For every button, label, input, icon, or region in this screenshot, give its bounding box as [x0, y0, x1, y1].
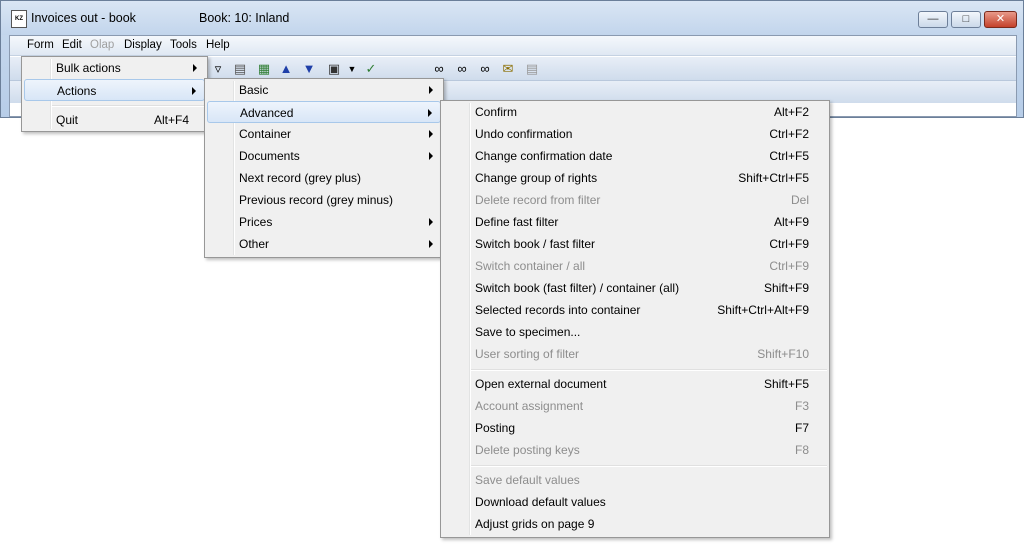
menu-item-posting[interactable]: Posting F7 [443, 417, 827, 439]
menu-item-change-confirmation-date[interactable]: Change confirmation date Ctrl+F5 [443, 145, 827, 167]
actions-submenu: Basic Advanced Container Documents Next … [204, 78, 444, 258]
submenu-arrow-icon [429, 218, 433, 226]
binoculars-icon[interactable]: ∞ [431, 61, 447, 77]
menu-separator [471, 465, 827, 467]
menu-item-next-record[interactable]: Next record (grey plus) [207, 167, 441, 189]
menu-item-switch-book-fast-filter[interactable]: Switch book / fast filter Ctrl+F9 [443, 233, 827, 255]
menu-item-user-sorting-of-filter[interactable]: User sorting of filter Shift+F10 [443, 343, 827, 365]
menu-item-delete-record-from-filter[interactable]: Delete record from filter Del [443, 189, 827, 211]
checkmark-icon[interactable]: ✓ [363, 61, 379, 77]
arrow-down-icon[interactable]: ▼ [301, 61, 317, 77]
maximize-icon: □ [962, 13, 970, 25]
close-icon: ✕ [995, 13, 1006, 25]
menu-bar: Form Edit Olap Display Tools Help [10, 36, 1016, 56]
close-button[interactable]: ✕ [984, 11, 1017, 28]
menu-edit[interactable]: Edit [62, 39, 82, 51]
minimize-button[interactable]: — [918, 11, 948, 28]
submenu-arrow-icon [193, 64, 197, 72]
app-icon: KZ [11, 10, 27, 28]
menu-item-advanced[interactable]: Advanced [207, 101, 441, 123]
camera-icon[interactable]: ▣ [326, 61, 342, 77]
book-label: Book: 10: Inland [199, 11, 290, 25]
menu-item-delete-posting-keys[interactable]: Delete posting keys F8 [443, 439, 827, 461]
menu-item-save-to-specimen[interactable]: Save to specimen... [443, 321, 827, 343]
menu-item-container[interactable]: Container [207, 123, 441, 145]
menu-item-basic[interactable]: Basic [207, 79, 441, 101]
menu-item-actions[interactable]: Actions [24, 79, 205, 101]
menu-item-undo-confirmation[interactable]: Undo confirmation Ctrl+F2 [443, 123, 827, 145]
menu-item-bulk-actions[interactable]: Bulk actions [24, 57, 205, 79]
menu-item-account-assignment[interactable]: Account assignment F3 [443, 395, 827, 417]
submenu-arrow-icon [192, 87, 196, 95]
filter-icon[interactable]: ▿ [210, 61, 226, 77]
menu-separator [471, 369, 827, 371]
binoculars-prev-icon[interactable]: ∞ [477, 61, 493, 77]
form-menu: Bulk actions Actions Quit Alt+F4 [21, 56, 208, 132]
menu-item-adjust-grids[interactable]: Adjust grids on page 9 [443, 513, 827, 535]
menu-item-quit[interactable]: Quit Alt+F4 [24, 109, 205, 131]
menu-item-previous-record[interactable]: Previous record (grey minus) [207, 189, 441, 211]
menu-item-other[interactable]: Other [207, 233, 441, 255]
menu-item-save-default-values[interactable]: Save default values [443, 469, 827, 491]
menu-item-download-default-values[interactable]: Download default values [443, 491, 827, 513]
arrow-up-icon[interactable]: ▲ [278, 61, 294, 77]
menu-item-change-group-of-rights[interactable]: Change group of rights Shift+Ctrl+F5 [443, 167, 827, 189]
submenu-arrow-icon [428, 109, 432, 117]
title-bar: KZ Invoices out - book Book: 10: Inland … [1, 1, 1023, 35]
attachment-icon[interactable]: ▤ [524, 61, 540, 77]
menu-tools[interactable]: Tools [170, 39, 197, 51]
maximize-button[interactable]: □ [951, 11, 981, 28]
menu-item-switch-container-all[interactable]: Switch container / all Ctrl+F9 [443, 255, 827, 277]
menu-help[interactable]: Help [206, 39, 230, 51]
window-title: Invoices out - book [31, 11, 136, 25]
document-filter-icon[interactable]: ▤ [232, 61, 248, 77]
menu-item-documents[interactable]: Documents [207, 145, 441, 167]
submenu-arrow-icon [429, 130, 433, 138]
submenu-arrow-icon [429, 152, 433, 160]
menu-separator [52, 105, 205, 107]
envelope-icon[interactable]: ✉ [500, 61, 516, 77]
submenu-arrow-icon [429, 86, 433, 94]
menu-item-confirm[interactable]: Confirm Alt+F2 [443, 101, 827, 123]
menu-form[interactable]: Form [27, 39, 54, 51]
menu-display[interactable]: Display [124, 39, 162, 51]
menu-item-define-fast-filter[interactable]: Define fast filter Alt+F9 [443, 211, 827, 233]
menu-olap[interactable]: Olap [90, 39, 114, 51]
menu-item-switch-book-container[interactable]: Switch book (fast filter) / container (a… [443, 277, 827, 299]
menu-item-open-external-document[interactable]: Open external document Shift+F5 [443, 373, 827, 395]
stack-icon[interactable]: ▦ [256, 61, 272, 77]
menu-item-prices[interactable]: Prices [207, 211, 441, 233]
dropdown-arrow-icon[interactable]: ▼ [344, 61, 360, 77]
submenu-arrow-icon [429, 240, 433, 248]
binoculars-next-icon[interactable]: ∞ [454, 61, 470, 77]
minimize-icon: — [927, 13, 939, 25]
advanced-submenu: Confirm Alt+F2 Undo confirmation Ctrl+F2… [440, 100, 830, 538]
menu-item-selected-records-into-container[interactable]: Selected records into container Shift+Ct… [443, 299, 827, 321]
